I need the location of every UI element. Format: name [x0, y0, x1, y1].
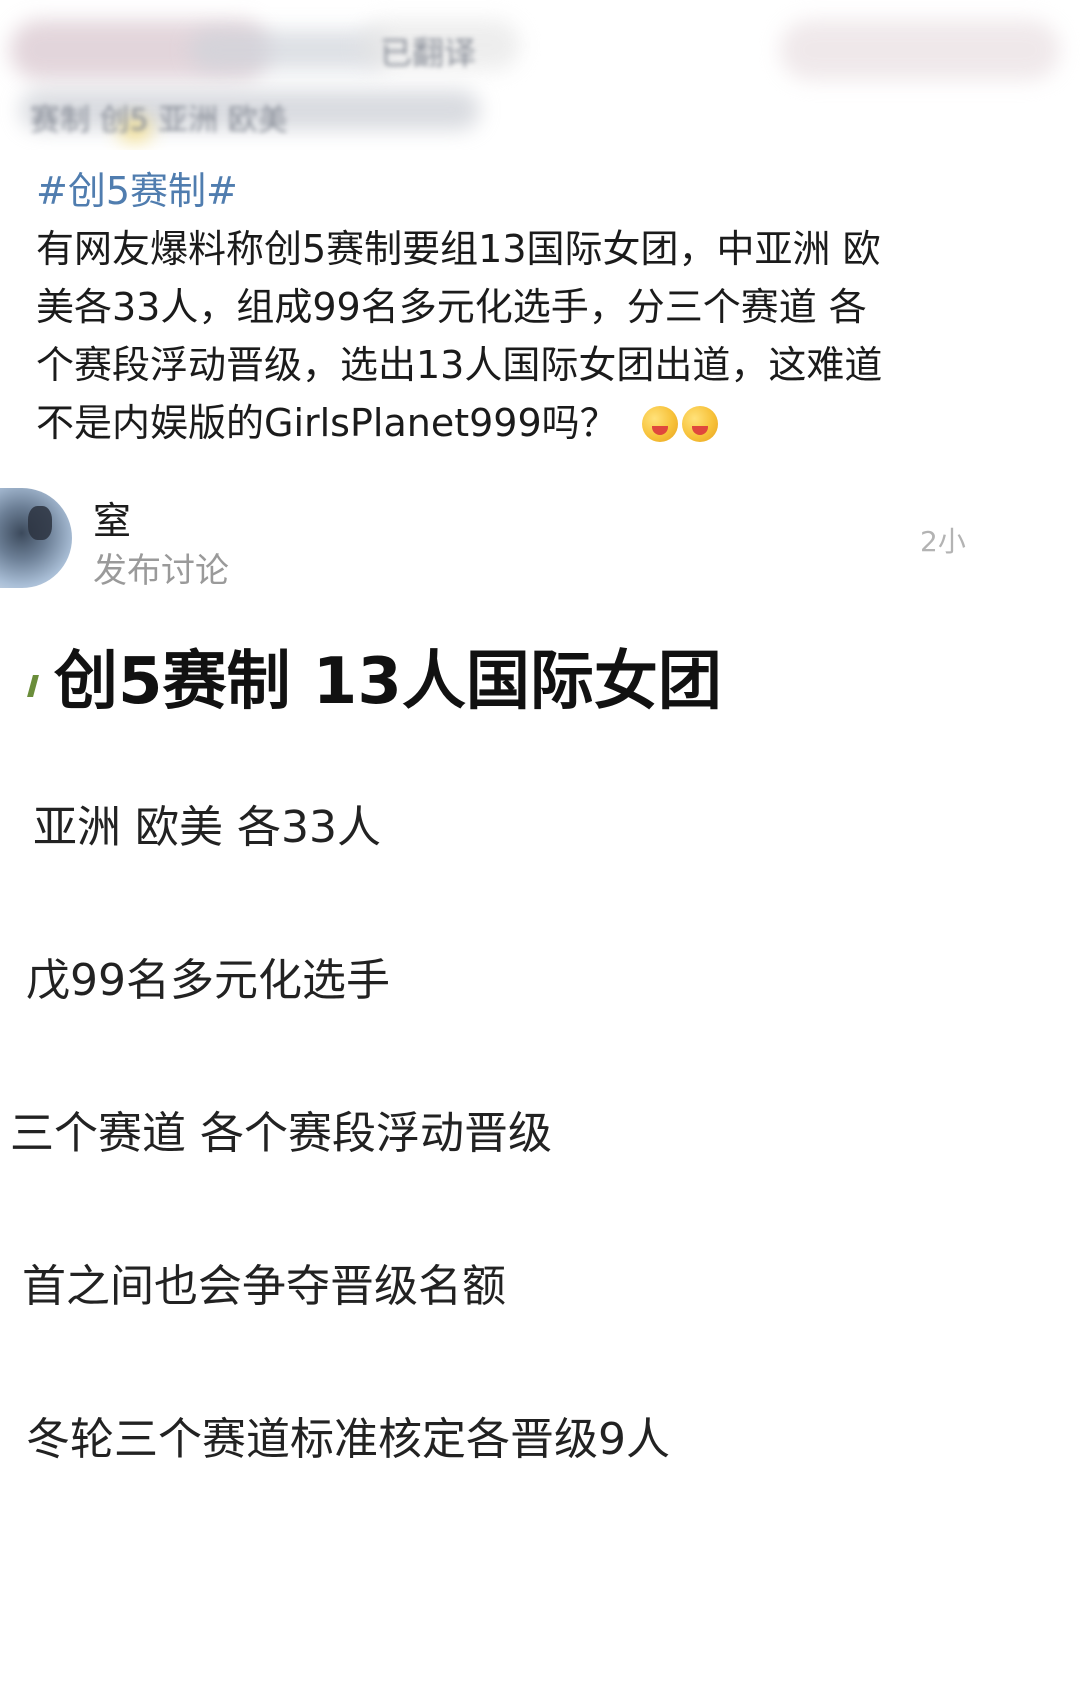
discussion-timestamp: 2小 [920, 525, 966, 558]
post-text-line-last: 不是内娱版的GirlsPlanet999吗？ [36, 394, 1046, 452]
discussion-line: 首之间也会争夺晋级名额 [0, 1252, 1080, 1322]
discussion-line-text: 亚洲 欧美 各33人 [33, 802, 381, 853]
discussion-line: 冬轮三个赛道标准核定各晋级9人 [0, 1405, 1080, 1475]
title-marker [27, 675, 39, 697]
blur-smear [780, 20, 1060, 80]
post-text-line: 不是内娱版的GirlsPlanet999吗？ [36, 401, 618, 445]
discussion-line: 三个赛道 各个赛段浮动晋级 [0, 1099, 1080, 1169]
discussion-line-text: 冬轮三个赛道标准核定各晋级9人 [26, 1414, 670, 1465]
hashtag-link[interactable]: #创5赛制# [36, 162, 1046, 220]
post-body: #创5赛制# 有网友爆料称创5赛制要组13国际女团，中亚洲 欧 美各33人，组成… [36, 162, 1046, 452]
blurred-header-subtext: 赛制 创5 亚洲 欧美 [30, 103, 288, 138]
discussion-username[interactable]: 窒 [93, 490, 131, 545]
post-text-line: 美各33人，组成99名多元化选手，分三个赛道 各 [36, 285, 867, 329]
smiling-face-emoji-icon [681, 406, 718, 442]
discussion-title: 创5赛制 13人国际女团 [27, 630, 722, 722]
smiling-face-emoji-icon [641, 406, 678, 442]
discussion-line-text: 首之间也会争夺晋级名额 [22, 1261, 506, 1312]
discussion-line-text: 戊99名多元化选手 [26, 955, 390, 1006]
emoji-group [638, 401, 718, 445]
discussion-line: 戊99名多元化选手 [0, 946, 1080, 1016]
post-text-line: 个赛段浮动晋级，选出13人国际女团出道，这难道 [36, 343, 883, 387]
blurred-header: 已翻译 赛制 创5 亚洲 欧美 [0, 0, 1080, 150]
post-text-line: 有网友爆料称创5赛制要组13国际女团，中亚洲 欧 [36, 227, 881, 271]
avatar[interactable] [0, 488, 72, 588]
discussion-line-text: 三个赛道 各个赛段浮动晋级 [10, 1108, 552, 1159]
blurred-header-text: 已翻译 [380, 34, 477, 72]
discussion-line: 亚洲 欧美 各33人 [0, 793, 1080, 863]
discussion-title-text: 创5赛制 13人国际女团 [54, 645, 722, 719]
discussion-action: 发布讨论 [93, 551, 229, 591]
